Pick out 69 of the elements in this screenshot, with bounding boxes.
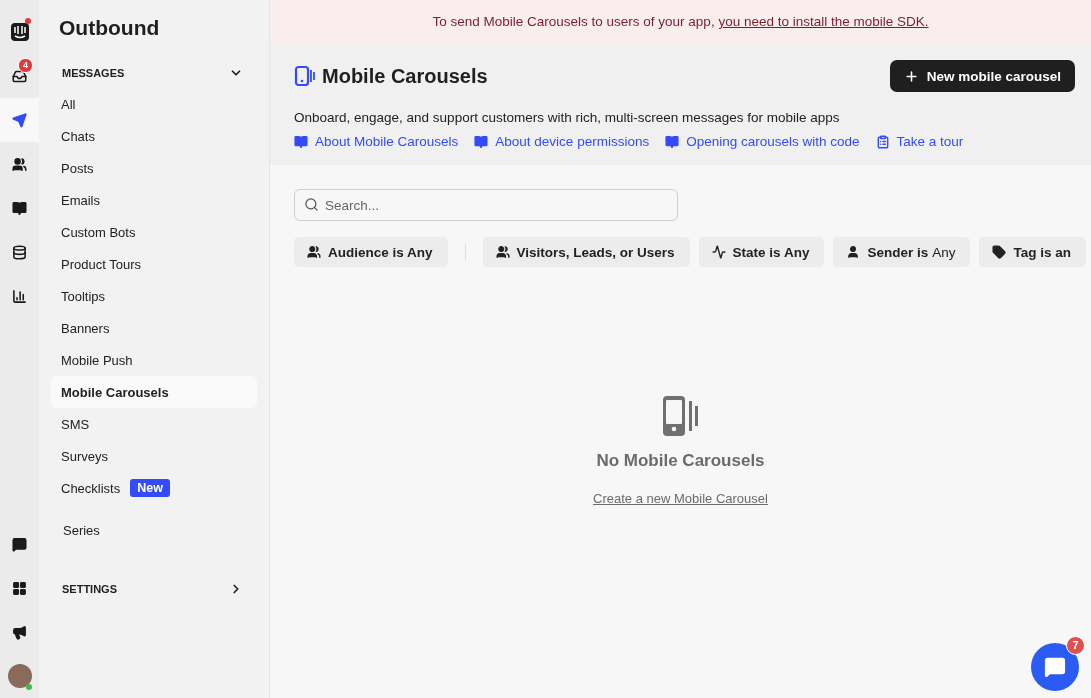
people-icon <box>307 245 321 259</box>
book-icon <box>12 200 27 216</box>
nav-item[interactable]: Mobile Push <box>51 344 257 376</box>
nav-item[interactable]: Product Tours <box>51 248 257 280</box>
filter-label: State is Any <box>732 244 810 260</box>
section-header[interactable]: MESSAGES <box>51 62 257 84</box>
logo-icon <box>9 22 30 42</box>
nav-item[interactable]: Custom Bots <box>51 216 257 248</box>
filter-label: Audience is Any <box>328 244 433 260</box>
rail-button[interactable]: 4 <box>0 54 39 98</box>
bar-chart-icon <box>12 288 27 304</box>
avatar <box>7 664 32 688</box>
messenger-launcher[interactable] <box>1031 643 1079 691</box>
filter-label: Visitors, Leads, or Users <box>516 244 675 260</box>
inbox-icon <box>12 68 27 84</box>
sdk-link[interactable]: you need to install the mobile SDK. <box>718 14 929 29</box>
nav-item[interactable]: Series <box>51 514 257 546</box>
person-icon <box>846 245 861 259</box>
people-icon <box>495 245 510 259</box>
book-icon <box>294 134 308 149</box>
nav-item[interactable]: Posts <box>51 152 257 184</box>
filter-label: Sender is Any <box>867 244 956 260</box>
nav-item[interactable]: Tooltips <box>51 280 257 312</box>
chat-icon <box>1044 656 1066 678</box>
plus-icon <box>903 68 919 84</box>
stack-icon <box>12 244 27 260</box>
new-carousel-button[interactable]: New mobile carousel <box>889 60 1075 92</box>
book-icon <box>474 134 489 149</box>
phone-icon <box>661 395 700 437</box>
nav-item[interactable]: All <box>51 88 257 120</box>
nav-item[interactable]: Banners <box>51 312 257 344</box>
filter-chip[interactable]: Visitors, Leads, or Users <box>482 237 690 267</box>
nav-item[interactable]: Checklists New <box>51 472 257 504</box>
nav-item[interactable]: SMS <box>51 408 257 440</box>
chat-icon <box>12 536 27 552</box>
megaphone-icon <box>12 624 27 640</box>
nav-item[interactable]: Surveys <box>51 440 257 472</box>
nav-item[interactable]: Chats <box>51 120 257 152</box>
count-badge: 7 <box>1066 636 1085 655</box>
paper-plane-icon <box>12 112 27 128</box>
search-icon <box>304 197 319 212</box>
banner-text: To send Mobile Carousels to users of your app, <box>432 14 716 29</box>
filter-chip[interactable]: State is Any <box>698 237 825 267</box>
filter-chip[interactable]: Tag is an <box>979 237 1086 267</box>
new-badge: New <box>130 479 170 497</box>
help-link[interactable]: About device permissions <box>474 134 650 149</box>
page-description: Onboard, engage, and support customers with rich, multi-screen messages for mobile apps <box>294 110 841 125</box>
filter-chip[interactable]: Audience is Any <box>294 237 448 267</box>
help-link[interactable]: About Mobile Carousels <box>294 134 459 149</box>
clipboard-icon <box>875 134 890 149</box>
help-link[interactable]: Take a tour <box>875 134 964 149</box>
apps-grid-icon <box>12 580 27 596</box>
help-link[interactable]: Opening carousels with code <box>665 134 860 149</box>
sidebar-title: Outbound <box>59 16 161 40</box>
book-icon <box>665 134 680 149</box>
filter-label: Tag is an <box>1013 244 1071 260</box>
pulse-icon <box>711 245 726 259</box>
nav-item[interactable]: Mobile Carousels <box>51 376 257 408</box>
search-field[interactable]: Search... <box>294 189 678 221</box>
count-badge: 4 <box>18 58 33 73</box>
filter-chip[interactable]: Sender is Any <box>833 237 971 267</box>
people-icon <box>12 156 27 172</box>
create-link[interactable]: Create a new Mobile Carousel <box>593 491 768 506</box>
nav-item[interactable]: Emails <box>51 184 257 216</box>
phone-icon <box>294 65 316 87</box>
section-header[interactable]: SETTINGS <box>51 578 257 600</box>
page-title: Mobile Carousels <box>322 64 488 88</box>
empty-state-title: No Mobile Carousels <box>596 451 765 471</box>
tag-icon <box>992 245 1007 259</box>
